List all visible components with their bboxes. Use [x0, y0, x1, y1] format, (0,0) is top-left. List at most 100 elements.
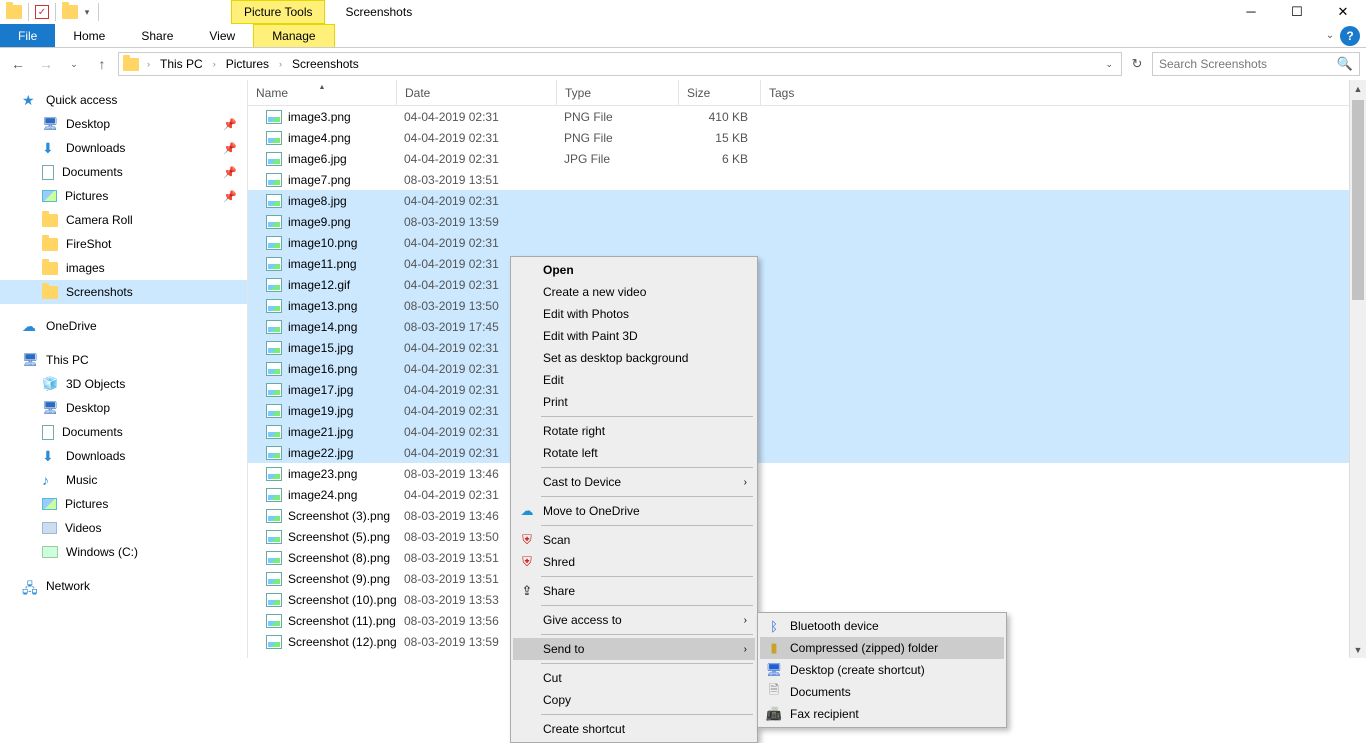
chevron-right-icon[interactable]: › — [209, 59, 220, 69]
breadcrumb-pictures[interactable]: Pictures — [224, 57, 271, 71]
menu-item-documents[interactable]: 🗎Documents — [760, 681, 1004, 703]
file-row[interactable]: image10.png04-04-2019 02:31 — [248, 232, 1366, 253]
folder-icon[interactable] — [6, 5, 22, 19]
file-row[interactable]: image17.jpg04-04-2019 02:31 — [248, 379, 1366, 400]
help-icon[interactable]: ? — [1340, 26, 1360, 46]
sidebar-item-desktop[interactable]: 🖥Desktop📌 — [0, 112, 247, 136]
sidebar-item-downloads-pc[interactable]: ⬇Downloads — [0, 444, 247, 468]
sidebar-item-desktop-pc[interactable]: 🖥Desktop — [0, 396, 247, 420]
menu-item-open[interactable]: Open — [513, 259, 755, 281]
menu-item-rotate-left[interactable]: Rotate left — [513, 442, 755, 464]
menu-item-edit-photos[interactable]: Edit with Photos — [513, 303, 755, 325]
sidebar-item-videos[interactable]: Videos — [0, 516, 247, 540]
file-row[interactable]: image6.jpg04-04-2019 02:31JPG File6 KB — [248, 148, 1366, 169]
refresh-button[interactable]: ↻ — [1126, 52, 1148, 76]
tab-manage[interactable]: Manage — [253, 24, 334, 47]
column-header-type[interactable]: Type — [556, 80, 678, 105]
menu-item-create-video[interactable]: Create a new video — [513, 281, 755, 303]
qat-dropdown-icon[interactable]: ▾ — [82, 7, 92, 18]
file-row[interactable]: image12.gif04-04-2019 02:31 — [248, 274, 1366, 295]
menu-item-send-to[interactable]: Send to› — [513, 638, 755, 660]
sidebar-item-windows-c[interactable]: Windows (C:) — [0, 540, 247, 564]
recent-locations-icon[interactable]: ⌄ — [62, 52, 86, 76]
sidebar-item-3d-objects[interactable]: 🧊3D Objects — [0, 372, 247, 396]
breadcrumb-screenshots[interactable]: Screenshots — [290, 57, 361, 71]
ribbon-expand-icon[interactable]: ⌄ — [1320, 24, 1340, 47]
chevron-right-icon[interactable]: › — [143, 59, 154, 69]
file-row[interactable]: image21.jpg04-04-2019 02:31 — [248, 421, 1366, 442]
file-row[interactable]: image22.jpg04-04-2019 02:31 — [248, 442, 1366, 463]
column-header-name[interactable]: Name▲ — [248, 86, 396, 100]
file-row[interactable]: image16.png04-04-2019 02:31 — [248, 358, 1366, 379]
up-button[interactable]: ↑ — [90, 52, 114, 76]
sidebar-network[interactable]: 🖧Network — [0, 574, 247, 598]
sidebar-item-pictures-pc[interactable]: Pictures — [0, 492, 247, 516]
file-row[interactable]: image8.jpg04-04-2019 02:31 — [248, 190, 1366, 211]
file-row[interactable]: image24.png04-04-2019 02:31 — [248, 484, 1366, 505]
file-row[interactable]: image9.png08-03-2019 13:59 — [248, 211, 1366, 232]
search-input[interactable]: Search Screenshots 🔍 — [1152, 52, 1360, 76]
column-header-date[interactable]: Date — [396, 80, 556, 105]
file-row[interactable]: Screenshot (9).png08-03-2019 13:51 — [248, 568, 1366, 589]
breadcrumb-this-pc[interactable]: This PC — [158, 57, 205, 71]
sidebar-item-downloads[interactable]: ⬇Downloads📌 — [0, 136, 247, 160]
back-button[interactable]: ← — [6, 52, 30, 76]
sidebar-item-camera-roll[interactable]: Camera Roll — [0, 208, 247, 232]
menu-item-bluetooth[interactable]: ᛒBluetooth device — [760, 615, 1004, 637]
file-row[interactable]: image23.png08-03-2019 13:46 — [248, 463, 1366, 484]
vertical-scrollbar[interactable]: ▲ ▼ — [1349, 80, 1366, 658]
file-row[interactable]: image7.png08-03-2019 13:51 — [248, 169, 1366, 190]
sidebar-item-screenshots[interactable]: Screenshots — [0, 280, 247, 304]
menu-item-copy[interactable]: Copy — [513, 689, 755, 711]
file-row[interactable]: image11.png04-04-2019 02:31 — [248, 253, 1366, 274]
menu-item-fax[interactable]: 📠Fax recipient — [760, 703, 1004, 725]
menu-item-edit[interactable]: Edit — [513, 369, 755, 391]
tab-home[interactable]: Home — [55, 24, 123, 47]
file-row[interactable]: image13.png08-03-2019 13:50 — [248, 295, 1366, 316]
sidebar-this-pc[interactable]: 🖥This PC — [0, 348, 247, 372]
forward-button[interactable]: → — [34, 52, 58, 76]
menu-item-share[interactable]: ⇪Share — [513, 580, 755, 602]
file-row[interactable]: image4.png04-04-2019 02:31PNG File15 KB — [248, 127, 1366, 148]
new-folder-icon[interactable] — [62, 5, 78, 19]
menu-item-edit-paint3d[interactable]: Edit with Paint 3D — [513, 325, 755, 347]
file-row[interactable]: image14.png08-03-2019 17:45 — [248, 316, 1366, 337]
scrollbar-thumb[interactable] — [1352, 100, 1364, 300]
menu-item-rotate-right[interactable]: Rotate right — [513, 420, 755, 442]
column-header-tags[interactable]: Tags — [760, 80, 842, 105]
menu-item-compressed-folder[interactable]: ▮Compressed (zipped) folder — [760, 637, 1004, 659]
tab-file[interactable]: File — [0, 24, 55, 47]
menu-item-print[interactable]: Print — [513, 391, 755, 413]
menu-item-create-shortcut[interactable]: Create shortcut — [513, 718, 755, 740]
menu-item-cut[interactable]: Cut — [513, 667, 755, 689]
menu-item-desktop-shortcut[interactable]: 🖥Desktop (create shortcut) — [760, 659, 1004, 681]
sidebar-item-fireshot[interactable]: FireShot — [0, 232, 247, 256]
sidebar-quick-access[interactable]: ★Quick access — [0, 88, 247, 112]
scroll-up-icon[interactable]: ▲ — [1350, 80, 1366, 97]
file-list[interactable]: image3.png04-04-2019 02:31PNG File410 KB… — [248, 106, 1366, 658]
file-row[interactable]: image3.png04-04-2019 02:31PNG File410 KB — [248, 106, 1366, 127]
address-dropdown-icon[interactable]: ⌄ — [1101, 59, 1117, 70]
maximize-button[interactable]: ☐ — [1274, 0, 1320, 24]
menu-item-cast[interactable]: Cast to Device› — [513, 471, 755, 493]
menu-item-shred[interactable]: ⛨Shred — [513, 551, 755, 573]
sidebar-onedrive[interactable]: ☁OneDrive — [0, 314, 247, 338]
chevron-right-icon[interactable]: › — [275, 59, 286, 69]
minimize-button[interactable]: ─ — [1228, 0, 1274, 24]
address-bar[interactable]: › This PC › Pictures › Screenshots ⌄ — [118, 52, 1122, 76]
tab-view[interactable]: View — [191, 24, 253, 47]
sidebar-item-documents-pc[interactable]: Documents — [0, 420, 247, 444]
sidebar-item-pictures[interactable]: Pictures📌 — [0, 184, 247, 208]
scroll-down-icon[interactable]: ▼ — [1350, 641, 1366, 658]
column-header-size[interactable]: Size — [678, 80, 760, 105]
sidebar-item-documents[interactable]: Documents📌 — [0, 160, 247, 184]
sidebar-item-music[interactable]: ♪Music — [0, 468, 247, 492]
file-row[interactable]: Screenshot (5).png08-03-2019 13:50 — [248, 526, 1366, 547]
file-row[interactable]: image15.jpg04-04-2019 02:31 — [248, 337, 1366, 358]
file-row[interactable]: Screenshot (8).png08-03-2019 13:51 — [248, 547, 1366, 568]
menu-item-give-access[interactable]: Give access to› — [513, 609, 755, 631]
file-row[interactable]: image19.jpg04-04-2019 02:31 — [248, 400, 1366, 421]
tab-share[interactable]: Share — [123, 24, 191, 47]
menu-item-move-onedrive[interactable]: ☁Move to OneDrive — [513, 500, 755, 522]
close-button[interactable]: ✕ — [1320, 0, 1366, 24]
